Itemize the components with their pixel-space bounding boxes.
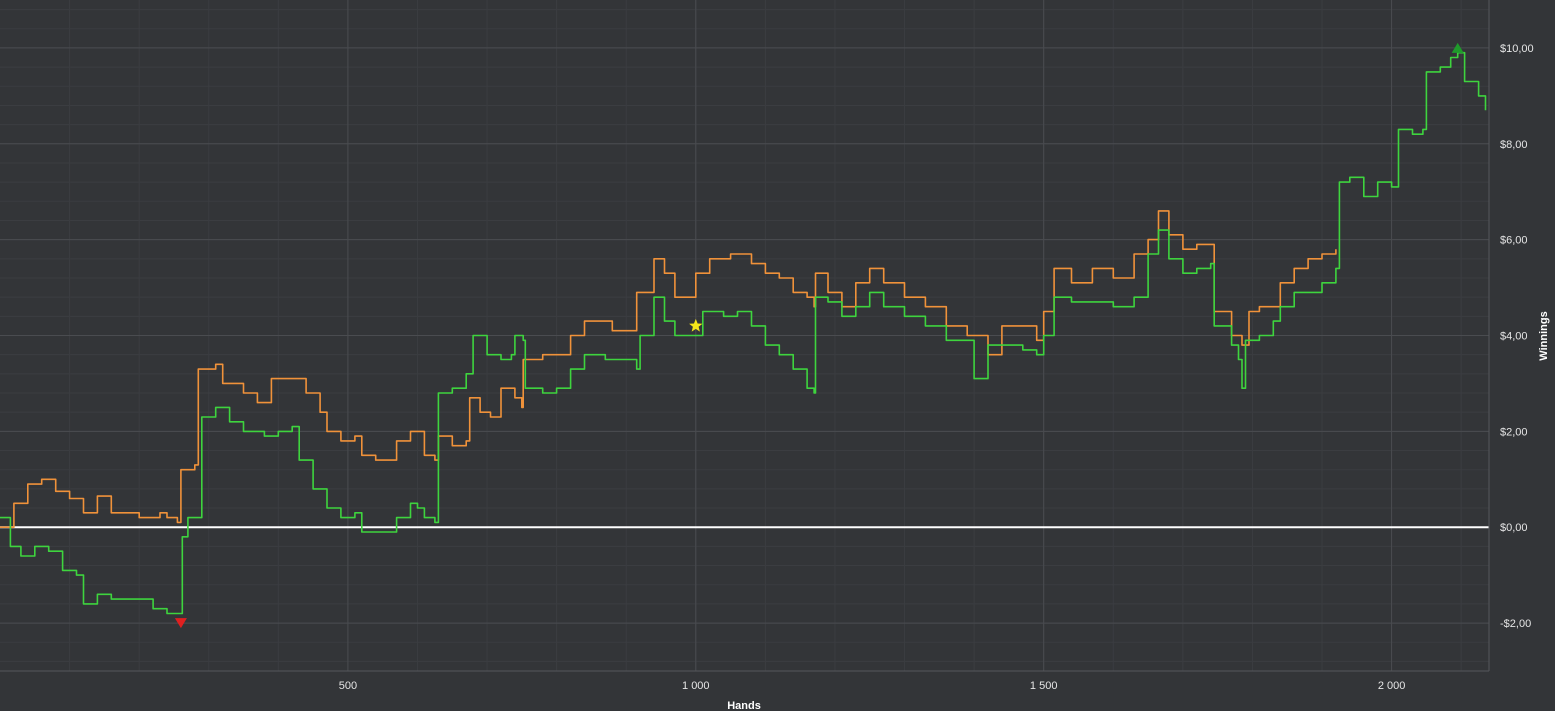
x-tick-label: 2 000	[1378, 680, 1406, 692]
y-tick-label: $0,00	[1500, 522, 1528, 534]
y-tick-label: $10,00	[1500, 43, 1534, 55]
x-axis-title: Hands	[727, 700, 761, 711]
winnings-chart: -$2,00 $0,00 $2,00 $4,00 $6,00 $8,00 $10,00 50…	[0, 0, 1555, 711]
y-tick-label: -$2,00	[1500, 618, 1531, 630]
y-tick-label: $8,00	[1500, 139, 1528, 151]
x-tick-label: 1 000	[682, 680, 710, 692]
y-tick-label: $2,00	[1500, 426, 1528, 438]
y-tick-label: $4,00	[1500, 331, 1528, 343]
x-tick-label: 500	[339, 680, 357, 692]
y-tick-label: $6,00	[1500, 235, 1528, 247]
chart-svg: -$2,00 $0,00 $2,00 $4,00 $6,00 $8,00 $10,00 50…	[0, 0, 1555, 711]
x-tick-label: 1 500	[1030, 680, 1058, 692]
y-axis-title: Winnings	[1538, 311, 1550, 360]
